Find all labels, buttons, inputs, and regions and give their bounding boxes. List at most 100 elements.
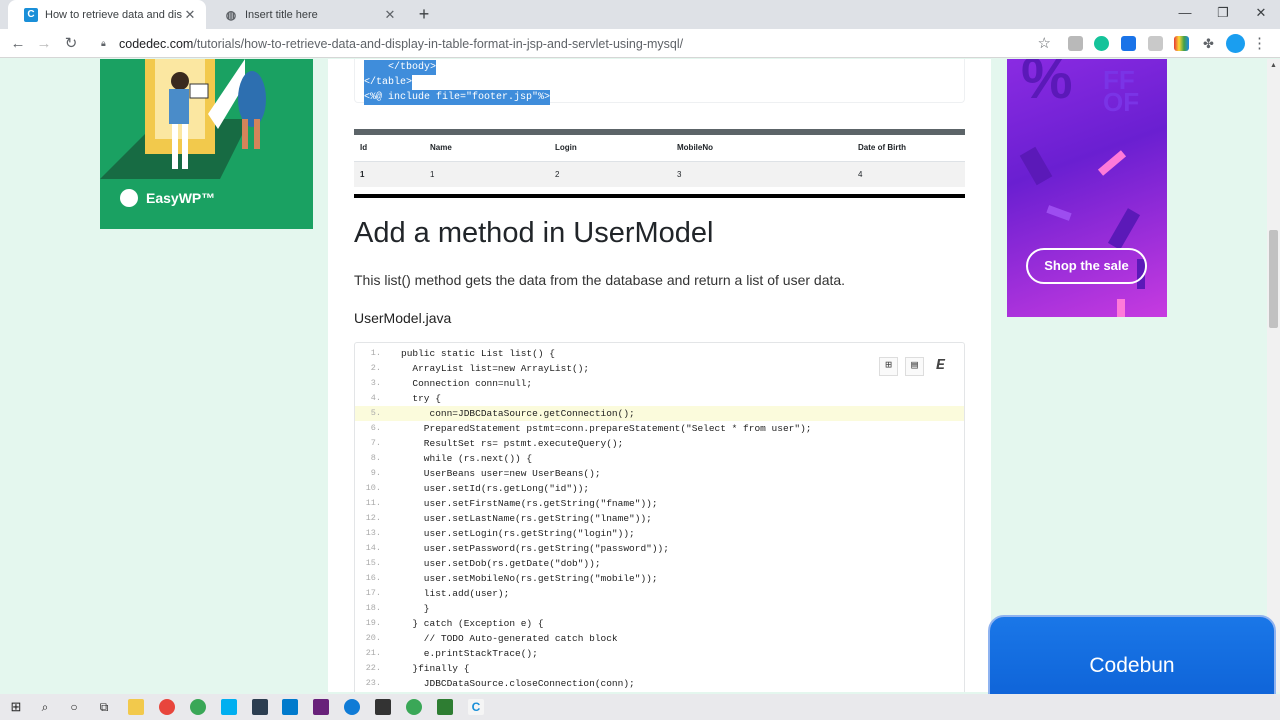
close-window-button[interactable]: ✕ [1242, 0, 1280, 29]
app-icon[interactable] [437, 699, 453, 715]
windows-start-icon[interactable]: ⊞ [8, 699, 24, 715]
kebab-menu-icon[interactable]: ⋮ [1252, 34, 1267, 53]
close-tab-icon[interactable]: ✕ [382, 7, 398, 23]
code-text: }finally { [401, 663, 470, 674]
close-tab-icon[interactable]: ✕ [182, 7, 198, 23]
file-explorer-icon[interactable] [128, 699, 144, 715]
table-cell: 2 [549, 161, 671, 187]
address-bar[interactable]: 🔒︎ codedec.com/tutorials/how-to-retrieve… [89, 31, 1059, 56]
task-view-icon[interactable]: ⧉ [96, 699, 112, 715]
scroll-up-icon[interactable]: ▲ [1267, 59, 1280, 72]
tab-title: How to retrieve data and display [45, 8, 182, 21]
code-text: public static List list() { [401, 348, 555, 359]
globe-icon: ◍ [225, 7, 237, 22]
column-header: Name [424, 135, 549, 162]
line-number: 18. [365, 603, 381, 613]
open-editor-icon[interactable]: E [931, 357, 950, 376]
code-text: user.setFirstName(rs.getString("fname"))… [401, 498, 658, 509]
line-number: 10. [365, 483, 381, 493]
line-number: 23. [365, 678, 381, 688]
code-line: 5. conn=JDBCDataSource.getConnection(); [355, 406, 964, 421]
extension-icon[interactable] [1148, 36, 1163, 51]
line-number: 17. [365, 588, 381, 598]
table-cell: 1 [424, 161, 549, 187]
app-icon[interactable] [375, 699, 391, 715]
vscode-icon[interactable] [282, 699, 298, 715]
line-number: 9. [370, 468, 381, 478]
code-block-usermodel[interactable]: 23. JDBCDataSource.closeConnection(conn)… [354, 342, 965, 692]
code-line: 13. user.setLogin(rs.getString("login"))… [355, 526, 964, 541]
back-icon[interactable]: ← [7, 33, 29, 55]
selected-code-line: </table> [364, 75, 413, 90]
reload-icon[interactable]: ↻ [60, 33, 82, 55]
scrollbar-thumb[interactable] [1269, 230, 1278, 328]
page-scrollbar[interactable]: ▲ ▼ [1267, 59, 1280, 692]
restore-button[interactable]: ❐ [1204, 0, 1242, 29]
color-picker-icon[interactable] [1174, 36, 1189, 51]
app-icon[interactable] [252, 699, 268, 715]
code-text: while (rs.next()) { [401, 453, 533, 464]
table-row: 1 1 2 3 4 [354, 161, 965, 187]
grammarly-icon[interactable] [1094, 36, 1109, 51]
line-number: 11. [365, 498, 381, 508]
code-text: UserBeans user=new UserBeans(); [401, 468, 601, 479]
minimize-button[interactable]: — [1166, 0, 1204, 29]
app-icon[interactable] [190, 699, 206, 715]
code-line: 4. try { [355, 391, 964, 406]
section-heading: Add a method in UserModel [354, 217, 714, 249]
code-text: user.setDob(rs.getDate("dob")); [401, 558, 601, 569]
expand-code-icon[interactable]: ⊞ [879, 357, 898, 376]
line-number: 6. [370, 423, 381, 433]
easywp-ad[interactable]: EasyWP™ [100, 59, 313, 229]
line-number: 3. [370, 378, 381, 388]
table-header-row: Id Name Login MobileNo Date of Birth [354, 135, 965, 162]
new-tab-button[interactable]: + [414, 4, 434, 24]
code-text: ResultSet rs= pstmt.executeQuery(); [401, 438, 624, 449]
sale-ad[interactable]: FF OF % Shop the sale [1007, 59, 1167, 317]
bookmark-star-icon[interactable]: ☆ [1038, 34, 1051, 52]
code-text: user.setMobileNo(rs.getString("mobile"))… [401, 573, 658, 584]
code-line: 15. user.setDob(rs.getDate("dob")); [355, 556, 964, 571]
line-number: 19. [365, 618, 381, 628]
view-source-icon[interactable]: ▤ [905, 357, 924, 376]
skype-icon[interactable] [221, 699, 237, 715]
selected-code-line: <%@ include file="footer.jsp"%> [364, 90, 551, 105]
line-number: 5. [370, 408, 381, 418]
cortana-icon[interactable]: ○ [66, 699, 82, 715]
code-line: 11. user.setFirstName(rs.getString("fnam… [355, 496, 964, 511]
edge-icon[interactable] [344, 699, 360, 715]
app-icon[interactable] [406, 699, 422, 715]
tab-active[interactable]: C How to retrieve data and display ✕ [8, 0, 206, 29]
forward-icon[interactable]: → [33, 33, 55, 55]
code-filename: UserModel.java [354, 310, 452, 326]
tab-title: Insert title here [245, 8, 318, 21]
code-line: 14. user.setPassword(rs.getString("passw… [355, 541, 964, 556]
codedec-taskbar-icon[interactable]: C [468, 699, 484, 715]
code-text: list.add(user); [401, 588, 510, 599]
column-header: MobileNo [671, 135, 852, 162]
code-line: 21. e.printStackTrace(); [355, 646, 964, 661]
article-content: </tbody> </table> <%@ include file="foot… [328, 59, 991, 692]
code-line: 6. PreparedStatement pstmt=conn.prepareS… [355, 421, 964, 436]
extension-icon[interactable] [1068, 36, 1083, 51]
profile-avatar[interactable] [1226, 34, 1245, 53]
code-text: conn=JDBCDataSource.getConnection(); [401, 408, 635, 419]
tab-insert-title[interactable]: ◍ Insert title here ✕ [208, 0, 406, 29]
code-text: e.printStackTrace(); [401, 648, 538, 659]
extension-icon[interactable] [1121, 36, 1136, 51]
search-icon[interactable]: ⌕ [37, 699, 53, 715]
code-text: JDBCDataSource.closeConnection(conn); [401, 678, 635, 689]
line-number: 16. [365, 573, 381, 583]
chrome-icon[interactable] [159, 699, 175, 715]
visual-studio-icon[interactable] [313, 699, 329, 715]
code-line: 3. Connection conn=null; [355, 376, 964, 391]
code-block-jsp-end: </tbody> </table> <%@ include file="foot… [354, 59, 965, 105]
table-cell: 4 [852, 161, 965, 187]
code-line: 18. } [355, 601, 964, 616]
code-line: 12. user.setLastName(rs.getString("lname… [355, 511, 964, 526]
shop-sale-button[interactable]: Shop the sale [1026, 248, 1147, 284]
puzzle-extensions-icon[interactable]: ✤ [1201, 36, 1216, 51]
windows-taskbar: ⊞ ⌕ ○ ⧉ C [0, 694, 1280, 720]
code-text: user.setId(rs.getLong("id")); [401, 483, 590, 494]
line-number: 1. [370, 348, 381, 358]
